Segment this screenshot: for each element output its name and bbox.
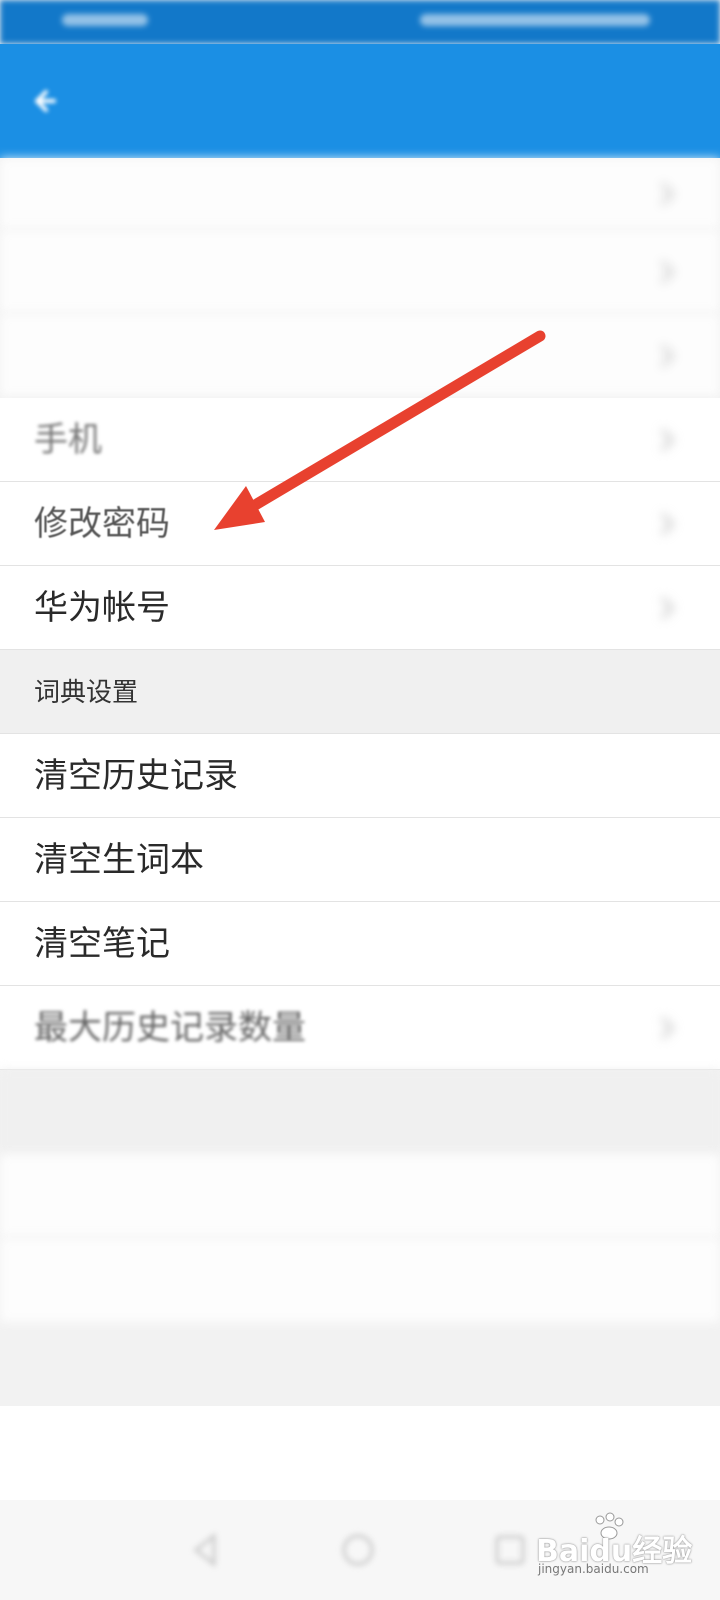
settings-row-account-3[interactable] <box>0 314 720 398</box>
settings-row-clear-notes[interactable]: 清空笔记 <box>0 902 720 986</box>
settings-row-account-2[interactable] <box>0 230 720 314</box>
watermark-url: jingyan.baidu.com <box>538 1562 649 1576</box>
settings-list: 手机 修改密码 华为帐号 词典设置 清空历史记录 清空生词本 清空笔记 最大历史… <box>0 158 720 1502</box>
chevron-right-icon <box>660 512 675 536</box>
chevron-right-icon <box>660 428 675 452</box>
settings-row-backup-1[interactable] <box>0 1154 720 1238</box>
chevron-right-icon <box>660 260 675 284</box>
clear-wordbook-label: 清空生词本 <box>34 840 204 880</box>
back-arrow-icon[interactable] <box>26 84 60 118</box>
status-bar-right <box>420 10 660 30</box>
clear-history-label: 清空历史记录 <box>34 756 238 796</box>
settings-row-huawei-account[interactable]: 华为帐号 <box>0 566 720 650</box>
status-bar <box>0 0 720 44</box>
section-header-backup <box>0 1070 720 1154</box>
settings-row-backup-2[interactable] <box>0 1238 720 1322</box>
settings-row-clear-history[interactable]: 清空历史记录 <box>0 734 720 818</box>
settings-row-phone[interactable]: 手机 <box>0 398 720 482</box>
section-title: 词典设置 <box>34 678 139 708</box>
chevron-right-icon <box>660 1016 675 1040</box>
settings-row-clear-wordbook[interactable]: 清空生词本 <box>0 818 720 902</box>
nav-home-icon[interactable] <box>338 1530 378 1570</box>
max-history-label: 最大历史记录数量 <box>34 1008 306 1048</box>
chevron-right-icon <box>660 182 675 206</box>
settings-row-change-password[interactable]: 修改密码 <box>0 482 720 566</box>
huawei-account-label: 华为帐号 <box>34 588 170 628</box>
chevron-right-icon <box>660 596 675 620</box>
change-password-label: 修改密码 <box>34 504 170 544</box>
chevron-right-icon <box>660 344 675 368</box>
nav-recents-icon[interactable] <box>490 1530 530 1570</box>
settings-row-account-1[interactable] <box>0 158 720 230</box>
baidu-jingyan-watermark: Baidu经验 jingyan.baidu.com <box>536 1512 692 1582</box>
list-spacer <box>0 1322 720 1406</box>
app-bar <box>0 44 720 158</box>
clear-notes-label: 清空笔记 <box>34 924 170 964</box>
section-header-dictionary: 词典设置 <box>0 650 720 734</box>
nav-back-icon[interactable] <box>186 1530 226 1570</box>
status-bar-left <box>62 10 162 30</box>
phone-label: 手机 <box>34 420 102 460</box>
settings-row-max-history[interactable]: 最大历史记录数量 <box>0 986 720 1070</box>
logout-button[interactable] <box>0 1406 720 1502</box>
